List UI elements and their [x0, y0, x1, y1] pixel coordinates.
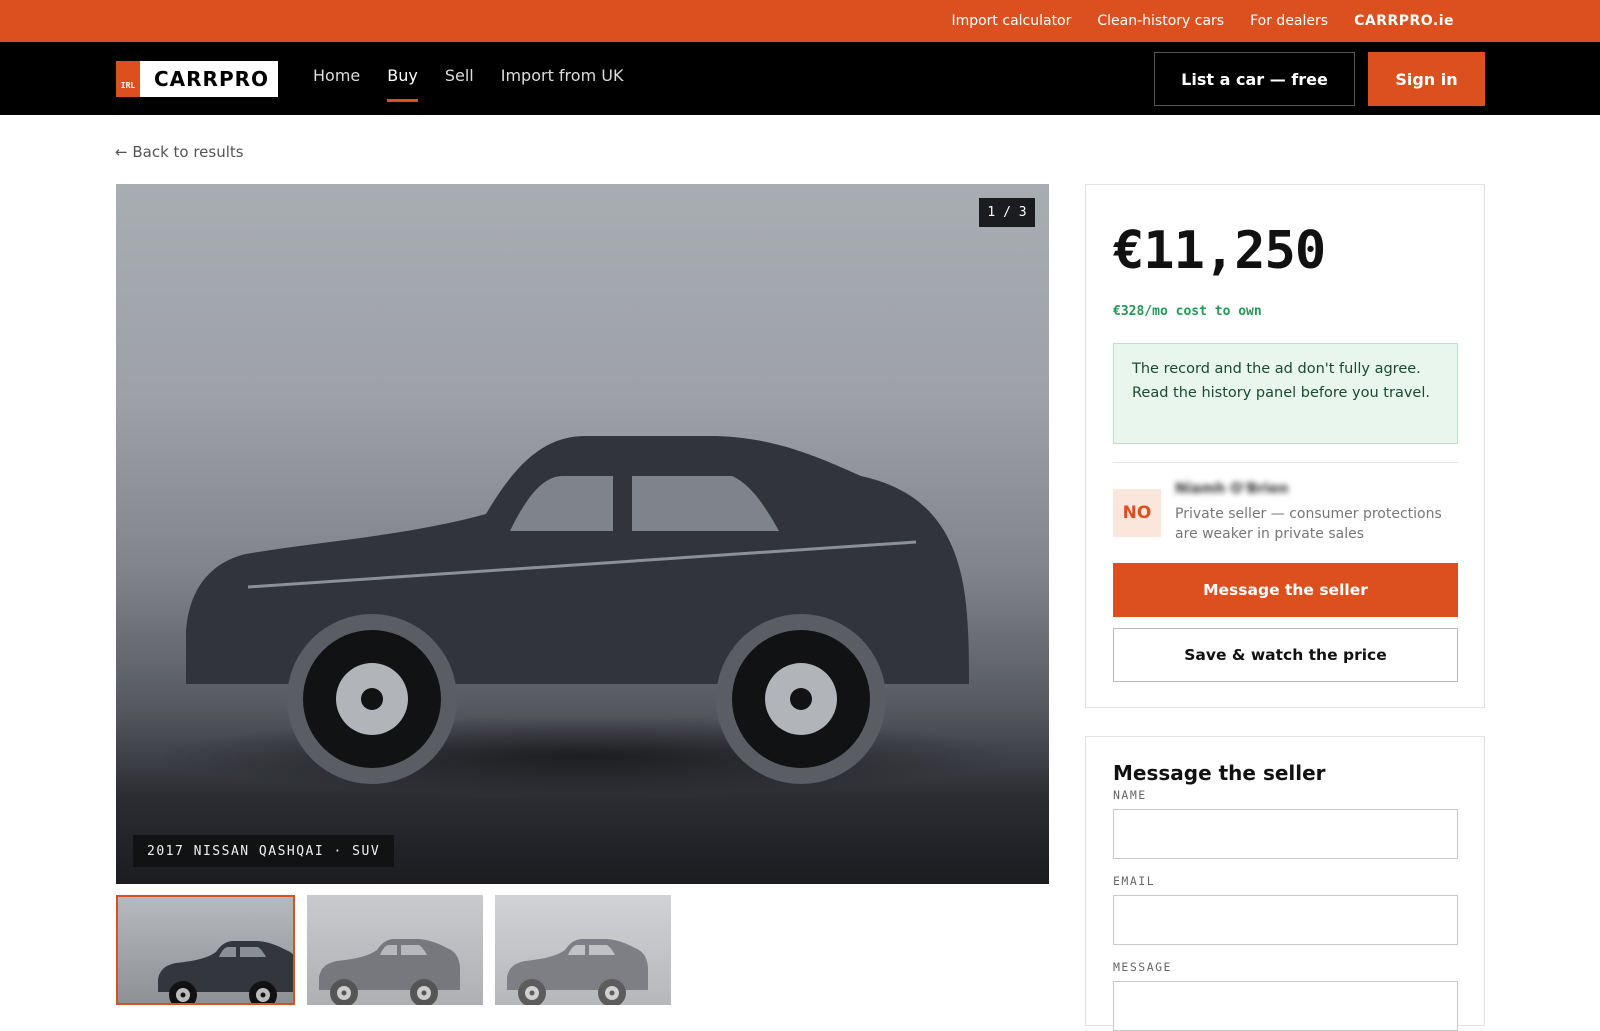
history-notice: The record and the ad don't fully agree.…: [1113, 343, 1458, 444]
nav-import-from-uk[interactable]: Import from UK: [501, 42, 624, 115]
seller-avatar: NO: [1113, 489, 1161, 537]
list-a-car-button[interactable]: List a car — free: [1154, 52, 1355, 106]
seller-name: Niamh O'Brien: [1175, 481, 1289, 497]
car-illustration: [156, 436, 1016, 796]
car-thumbnail-icon: [319, 939, 460, 1005]
utility-bar: Import calculator Clean-history cars For…: [0, 0, 1600, 42]
message-label: MESSAGE: [1113, 960, 1172, 974]
clean-history-cars-link[interactable]: Clean-history cars: [1097, 13, 1224, 29]
gallery-counter: 1 / 3: [979, 198, 1035, 227]
for-dealers-link[interactable]: For dealers: [1250, 13, 1328, 29]
gallery-main-image[interactable]: [116, 184, 1049, 884]
logo-wordmark: CARRPRO: [140, 61, 278, 97]
gallery-caption: 2017 NISSAN QASHQAI · SUV: [133, 835, 395, 867]
nav-buy[interactable]: Buy: [387, 42, 418, 115]
name-input[interactable]: [1113, 809, 1458, 859]
email-label: EMAIL: [1113, 874, 1156, 888]
utility-links: Import calculator Clean-history cars For…: [951, 0, 1454, 42]
car-thumbnail-icon: [158, 941, 293, 1003]
message-seller-button[interactable]: Message the seller: [1113, 563, 1458, 617]
message-input[interactable]: [1113, 981, 1458, 1031]
back-to-results-link[interactable]: ← Back to results: [115, 143, 244, 161]
price-card: €11,250 €328/mo cost to own The record a…: [1085, 184, 1485, 708]
main-nav: IRL CARRPRO Home Buy Sell Import from UK…: [0, 42, 1600, 115]
nav-sell[interactable]: Sell: [445, 42, 474, 115]
monthly-cost: €328/mo cost to own: [1113, 304, 1262, 319]
message-form-title: Message the seller: [1113, 761, 1326, 785]
car-shadow: [156, 716, 1016, 796]
thumbnail-2[interactable]: [307, 895, 483, 1005]
thumbnail-3[interactable]: [495, 895, 671, 1005]
email-input[interactable]: [1113, 895, 1458, 945]
seller-note: Private seller — consumer protections ar…: [1175, 506, 1442, 542]
gallery-thumbnails: [116, 895, 671, 1005]
logo-badge: IRL: [116, 61, 140, 97]
name-label: NAME: [1113, 788, 1147, 802]
thumbnail-1[interactable]: [116, 895, 295, 1005]
nav-home[interactable]: Home: [313, 42, 360, 115]
message-form-card: Message the seller NAME EMAIL MESSAGE: [1085, 736, 1485, 1031]
card-divider: [1113, 462, 1458, 463]
nav-links: Home Buy Sell Import from UK: [313, 42, 623, 115]
import-calculator-link[interactable]: Import calculator: [951, 13, 1071, 29]
listing-price: €11,250: [1113, 221, 1326, 281]
car-thumbnail-icon: [507, 939, 648, 1005]
sign-in-button[interactable]: Sign in: [1368, 52, 1485, 106]
save-watch-price-button[interactable]: Save & watch the price: [1113, 628, 1458, 682]
site-logo[interactable]: IRL CARRPRO: [116, 61, 278, 97]
brand-link[interactable]: CARRPRO.ie: [1354, 13, 1454, 29]
